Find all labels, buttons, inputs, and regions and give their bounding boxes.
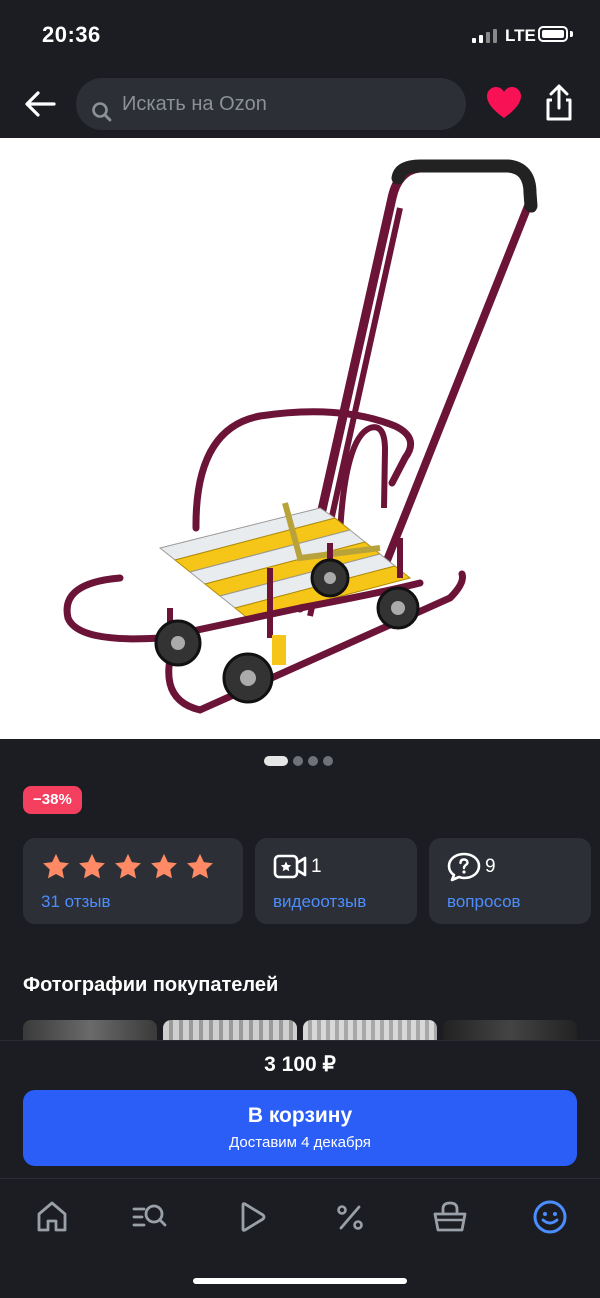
questions-count: 9 xyxy=(485,856,496,877)
video-reviews-card[interactable]: 1 видеоотзыв xyxy=(255,838,417,924)
rating-stars xyxy=(41,852,215,882)
questions-card[interactable]: 9 вопросов xyxy=(429,838,591,924)
gallery-dot[interactable] xyxy=(293,756,303,766)
search-placeholder: Искать на Ozon xyxy=(122,93,267,115)
home-icon[interactable] xyxy=(32,1197,72,1237)
delivery-date: Доставим 4 декабря xyxy=(229,1134,371,1151)
network-type: LTE xyxy=(505,26,536,45)
price: 3 100 ₽ xyxy=(264,1053,336,1076)
signal-strength-icon xyxy=(472,29,497,43)
question-bubble-icon xyxy=(447,852,481,887)
customer-photo-thumb[interactable] xyxy=(163,1020,297,1040)
gallery-dot[interactable] xyxy=(323,756,333,766)
gallery-pagination[interactable] xyxy=(264,756,333,766)
play-icon[interactable] xyxy=(232,1197,272,1237)
add-to-cart-button[interactable]: В корзину Доставим 4 декабря xyxy=(23,1090,577,1166)
basket-icon[interactable] xyxy=(430,1197,470,1237)
status-bar: 20:36 LTE xyxy=(0,0,600,70)
customer-photos-strip[interactable] xyxy=(23,1020,577,1040)
video-camera-icon xyxy=(273,852,307,887)
battery-icon xyxy=(538,26,568,42)
home-indicator xyxy=(193,1278,407,1284)
battery-tip xyxy=(570,31,573,37)
add-to-cart-label: В корзину xyxy=(247,1104,353,1127)
magnifier-icon xyxy=(90,92,114,144)
catalog-search-icon[interactable] xyxy=(130,1197,170,1237)
top-bar: Искать на Ozon xyxy=(0,70,600,138)
share-icon[interactable] xyxy=(542,84,576,127)
customer-photo-thumb[interactable] xyxy=(23,1020,157,1040)
discount-badge: −38% xyxy=(23,786,82,814)
video-count: 1 xyxy=(311,856,322,877)
product-image[interactable] xyxy=(0,138,600,739)
gallery-dot-active[interactable] xyxy=(264,756,288,766)
customer-photos-title: Фотографии покупателей xyxy=(23,974,279,996)
customer-photo-thumb[interactable] xyxy=(443,1020,577,1040)
heart-icon[interactable] xyxy=(486,86,522,125)
star-icon xyxy=(115,853,141,879)
reviews-link[interactable]: 31 отзыв xyxy=(41,892,111,912)
customer-photo-thumb[interactable] xyxy=(303,1020,437,1040)
star-icon xyxy=(151,853,177,879)
reviews-card[interactable]: 31 отзыв xyxy=(23,838,243,924)
profile-smile-icon[interactable] xyxy=(530,1197,570,1237)
star-icon xyxy=(187,853,213,879)
star-icon xyxy=(79,853,105,879)
search-input[interactable]: Искать на Ozon xyxy=(76,78,466,130)
back-arrow-icon[interactable] xyxy=(22,86,58,122)
questions-link[interactable]: вопросов xyxy=(447,892,521,912)
star-icon xyxy=(43,853,69,879)
video-reviews-link[interactable]: видеоотзыв xyxy=(273,892,366,912)
gallery-dot[interactable] xyxy=(308,756,318,766)
percent-icon[interactable] xyxy=(330,1197,370,1237)
clock: 20:36 xyxy=(42,22,101,47)
